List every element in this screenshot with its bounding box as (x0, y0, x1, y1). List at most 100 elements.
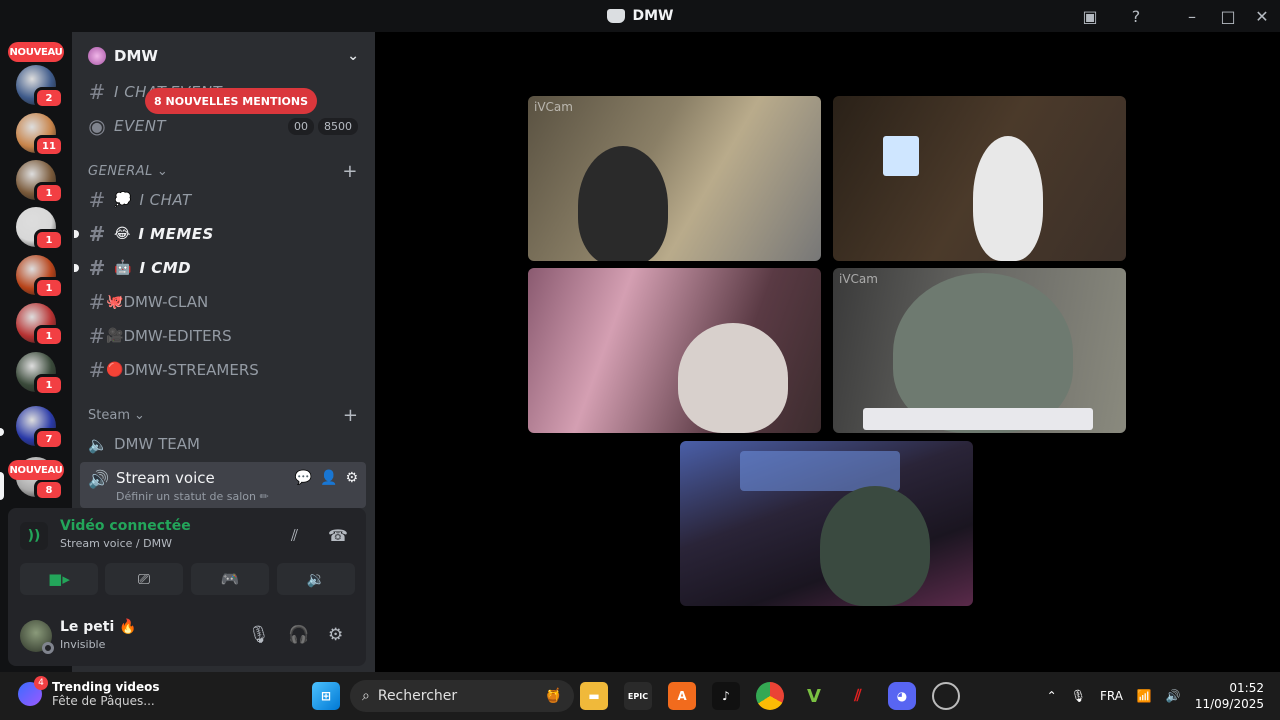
server-badge: 1 (34, 229, 64, 251)
epic-games-icon[interactable]: EPIC (624, 682, 652, 710)
widget-subtitle: Fête de Pâques... (52, 694, 155, 708)
app-icon-a[interactable]: A (668, 682, 696, 710)
chevron-down-icon: ⌄ (133, 407, 145, 423)
activities-button[interactable]: 🎮 (191, 563, 269, 595)
microphone-icon[interactable]: 🎙 (248, 625, 270, 645)
video-tile-4[interactable]: iVCam (833, 268, 1126, 433)
chrome-icon[interactable] (756, 682, 784, 710)
discord-icon[interactable]: ◕ (888, 682, 916, 710)
channel-emoji: 🐙 (106, 294, 124, 310)
file-explorer-icon[interactable]: ▬ (580, 682, 608, 710)
user-status: Invisible (60, 638, 106, 651)
channel-dmw-editers[interactable]: # 🎥 DMW-EDITERS (80, 321, 366, 351)
channel-event[interactable]: ◉ EVENT 00 8500 (80, 111, 366, 141)
category-steam[interactable]: Steam ⌄ + (88, 405, 358, 426)
channel-memes[interactable]: # 😂 I MEMES (74, 219, 366, 249)
participant-silhouette (678, 323, 788, 433)
set-channel-status[interactable]: Définir un statut de salon ✏ (116, 490, 269, 503)
signal-icon[interactable]: )) (20, 522, 48, 550)
category-general[interactable]: GENERAL ⌄ + (88, 161, 358, 182)
voice-location[interactable]: Stream voice / DMW (60, 537, 172, 550)
new-mentions-banner[interactable]: 8 NOUVELLES MENTIONS (145, 88, 318, 114)
widgets-button[interactable]: 4 Trending videos Fête de Pâques... (18, 676, 160, 708)
camera-button[interactable]: ■▸ (20, 563, 98, 595)
video-tile-5[interactable] (680, 441, 973, 606)
gta-v-icon[interactable]: V (800, 682, 828, 710)
server-badge: 1 (34, 277, 64, 299)
channel-emoji: 😂 (114, 226, 131, 242)
add-channel-icon[interactable]: + (343, 405, 358, 426)
category-label: Steam (88, 407, 130, 423)
guild-header[interactable]: DMW ⌄ (72, 32, 375, 80)
help-icon[interactable]: ? (1125, 6, 1147, 26)
tiktok-icon[interactable]: ♪ (712, 682, 740, 710)
category-label: GENERAL (88, 163, 153, 179)
chevron-down-icon[interactable]: ⌄ (347, 48, 359, 64)
minimize-button[interactable]: – (1181, 6, 1203, 26)
maximize-button[interactable]: □ (1217, 6, 1239, 26)
gear-icon[interactable]: ⚙ (345, 470, 358, 486)
channel-label: DMW-CLAN (123, 293, 209, 311)
channel-dmw-streamers[interactable]: # 🔴 DMW-STREAMERS (80, 355, 366, 385)
channel-emoji: 💭 (114, 192, 132, 208)
server-badge: 11 (34, 135, 64, 157)
chevron-down-icon: ⌄ (156, 163, 169, 179)
channel-label: DMW-EDITERS (123, 327, 232, 345)
inbox-icon[interactable]: ▣ (1079, 6, 1101, 26)
server-icon[interactable]: 1 (16, 303, 64, 347)
channel-label: I CHAT (139, 191, 192, 209)
guild-name: DMW (114, 47, 158, 65)
app-logo-icon (606, 9, 625, 23)
gear-icon[interactable]: ⚙ (328, 625, 343, 645)
language-indicator[interactable]: FRA (1100, 689, 1123, 703)
microphone-icon[interactable]: 🎙 (1071, 689, 1086, 703)
server-icon[interactable]: 1 (16, 255, 64, 299)
server-icon[interactable]: 1 (16, 352, 64, 396)
server-icon[interactable]: 1 (16, 207, 64, 251)
server-badge: 1 (34, 182, 64, 204)
channel-chat[interactable]: # 💭 I CHAT (80, 185, 366, 215)
video-tile-1[interactable]: iVCam (528, 96, 821, 261)
video-tile-3[interactable] (528, 268, 821, 433)
channel-cmd[interactable]: # 🤖 I CMD (74, 253, 366, 283)
channel-emoji: 🤖 (114, 260, 132, 276)
soundboard-button[interactable]: 🔉 (277, 563, 355, 595)
screen-share-button[interactable]: ⎚ (105, 563, 183, 595)
server-icon[interactable]: 7 (16, 406, 64, 450)
chevron-up-icon[interactable]: ⌃ (1047, 689, 1057, 703)
hash-icon: # (88, 222, 106, 246)
start-button[interactable]: ⊞ (312, 682, 340, 710)
channel-label: Stream voice (116, 469, 215, 487)
close-button[interactable]: ✕ (1251, 6, 1273, 26)
invite-icon[interactable]: 👤 (320, 470, 337, 486)
voice-channel-stream-voice[interactable]: 🔊 Stream voice Définir un statut de salo… (80, 462, 366, 508)
chat-bubble-icon[interactable]: 💬 (295, 470, 312, 486)
add-channel-icon[interactable]: + (342, 161, 358, 182)
hash-icon: # (88, 80, 106, 104)
channel-dmw-clan[interactable]: # 🐙 DMW-CLAN (80, 287, 366, 317)
volume-icon[interactable]: 🔊 (1166, 689, 1181, 703)
headphones-icon[interactable]: 🎧 (288, 625, 309, 645)
hash-icon: # (88, 290, 106, 314)
avatar[interactable] (20, 620, 54, 654)
system-tray: ⌃ 🎙 FRA 📶 🔊 01:52 11/09/2025 (1047, 680, 1264, 712)
disconnect-icon[interactable]: ☎ (328, 526, 348, 545)
voice-channel-dmw-team[interactable]: 🔈 DMW TEAM (80, 429, 366, 459)
noise-suppression-icon[interactable]: ⫽ (291, 526, 298, 546)
clock[interactable]: 01:52 11/09/2025 (1195, 680, 1264, 712)
event-badge-1: 00 (288, 117, 314, 135)
search-box[interactable]: ⌕ Rechercher 🍯 (350, 680, 574, 712)
server-icon[interactable]: 1 (16, 160, 64, 204)
monitor-glow (883, 136, 919, 176)
new-servers-pill[interactable]: NOUVEAU (8, 42, 64, 62)
server-icon[interactable]: 2 (16, 65, 64, 109)
weather-icon: 4 (18, 676, 48, 706)
obs-icon[interactable] (932, 682, 960, 710)
new-servers-pill-bottom[interactable]: NOUVEAU (8, 460, 64, 480)
video-tile-2[interactable] (833, 96, 1126, 261)
server-icon[interactable]: 11 (16, 113, 64, 157)
rockstar-icon[interactable]: ⫽ (844, 682, 872, 710)
wifi-icon[interactable]: 📶 (1137, 689, 1152, 703)
voice-connection-panel: )) Vidéo connectée Stream voice / DMW ⫽ … (8, 508, 366, 608)
channel-emoji: 🎥 (106, 328, 124, 344)
